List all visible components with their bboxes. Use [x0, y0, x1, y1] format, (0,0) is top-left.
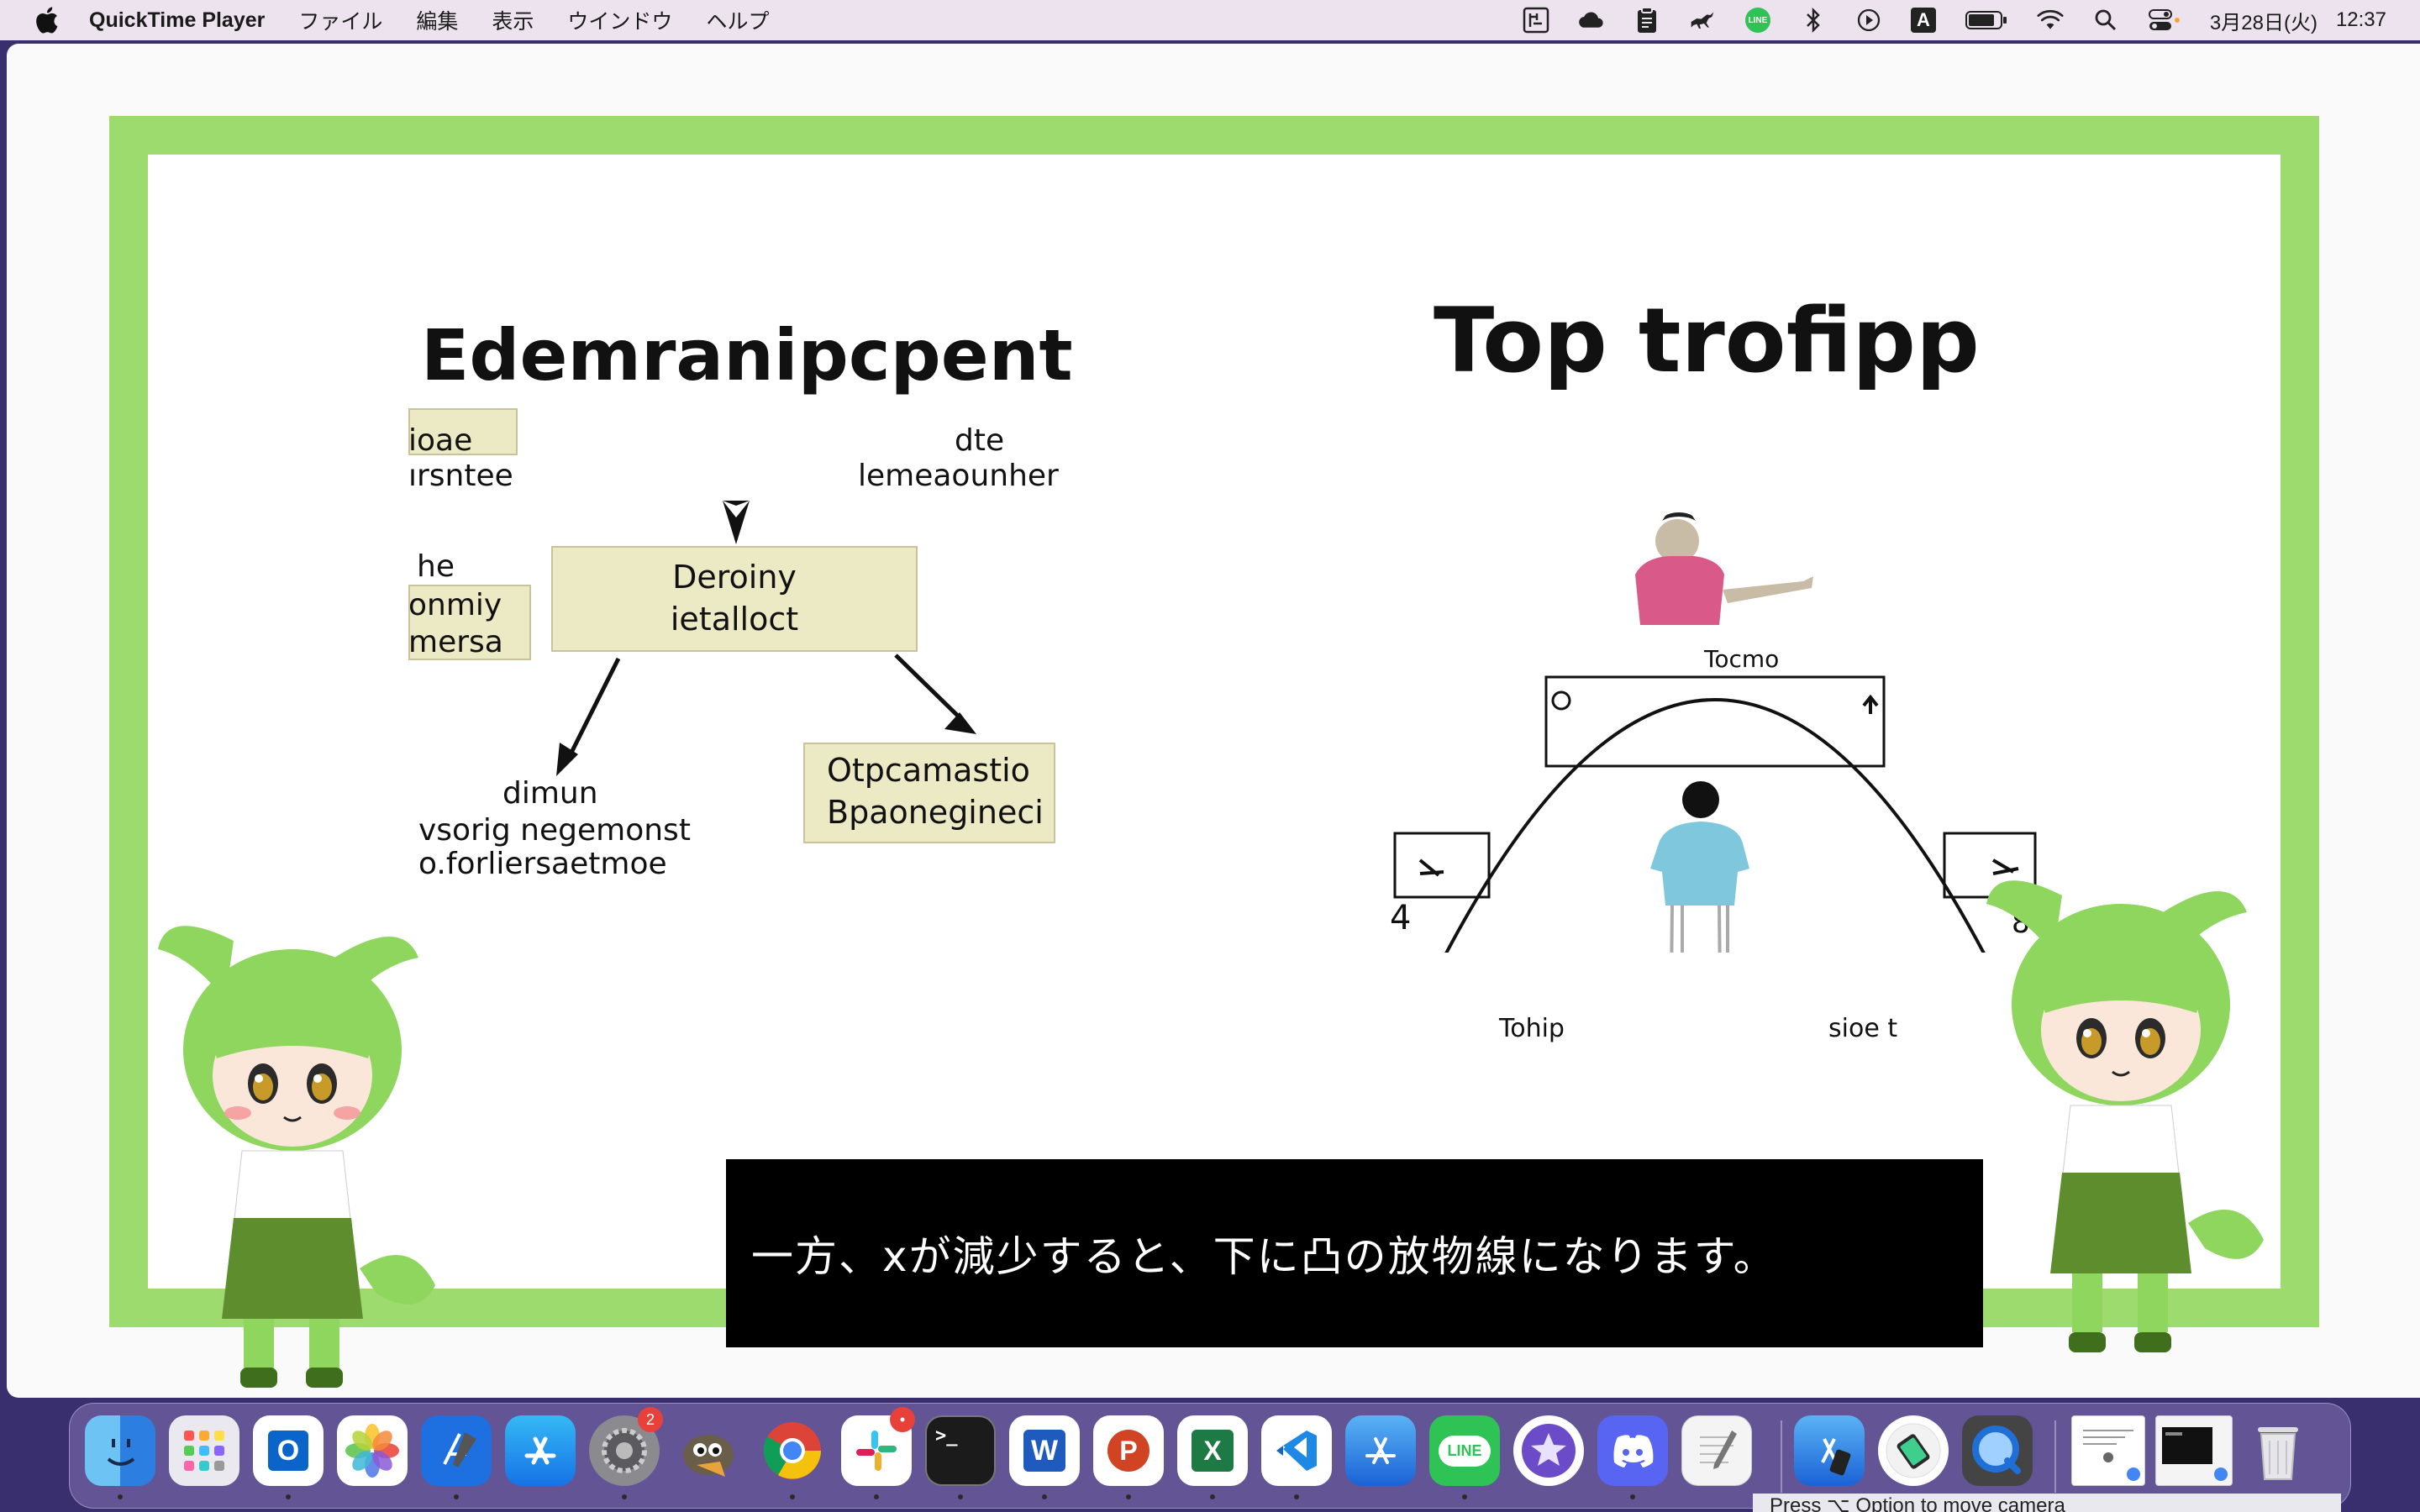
character-right [1986, 880, 2264, 1352]
line-icon[interactable]: LINE [1744, 7, 1771, 34]
outlook-glyph: O [268, 1431, 308, 1471]
running-indicator [118, 1494, 123, 1499]
video-slide: Edemranipcpent ioae ırsntee dte lemeaoun… [148, 155, 2281, 1347]
right-label: Tohip [1499, 1014, 1565, 1043]
right-arrow-head [944, 712, 976, 734]
wifi-icon[interactable] [2037, 7, 2064, 34]
discord-icon[interactable] [1597, 1415, 1668, 1486]
window-thumbnail-icon[interactable] [2155, 1415, 2233, 1486]
clipboard-icon[interactable] [1634, 7, 1660, 34]
quicktime-icon[interactable] [1962, 1415, 2033, 1486]
app-name-menu[interactable]: QuickTime Player [89, 8, 265, 33]
search-icon[interactable] [2092, 7, 2119, 34]
cloud-icon[interactable] [1578, 7, 1605, 34]
menu-bar: QuickTime Player ファイル 編集 表示 ウインドウ ヘルプ LI… [0, 0, 2420, 40]
input-source-icon[interactable]: A [1910, 8, 1936, 33]
vscode-icon[interactable] [1261, 1415, 1332, 1486]
running-indicator [1042, 1494, 1047, 1499]
running-indicator [958, 1494, 963, 1499]
subtitle-text: 一方、xが減少すると、下に凸の放物線になります。 [751, 1232, 1777, 1281]
menu-window[interactable]: ウインドウ [567, 5, 672, 35]
terminal-icon[interactable]: >_ [925, 1415, 996, 1486]
right-label: Tocmo [1704, 645, 1780, 673]
parabola-illustration [1393, 512, 2037, 953]
imovie-icon[interactable] [1513, 1415, 1584, 1486]
camera-hint-text: Press ⌥ Option to move camera [1753, 1494, 2341, 1512]
dock-separator [2054, 1420, 2056, 1493]
running-indicator [874, 1494, 879, 1499]
running-indicator [286, 1494, 291, 1499]
right-diagram: Top trofipp Tocmo 4 8 Tohip sioe t [1383, 272, 2047, 1043]
word-icon[interactable]: W [1009, 1415, 1080, 1486]
photos-icon[interactable] [337, 1415, 408, 1486]
keyboard-input-icon[interactable] [1523, 7, 1549, 34]
finder-icon[interactable] [85, 1415, 155, 1486]
trash-icon[interactable] [2243, 1415, 2313, 1486]
menu-file[interactable]: ファイル [298, 5, 382, 35]
terminal-glyph: >_ [935, 1425, 958, 1446]
running-indicator [1462, 1494, 1467, 1499]
running-indicator [1210, 1494, 1215, 1499]
settings-badge: 2 [638, 1407, 663, 1432]
app-store-icon[interactable] [505, 1415, 576, 1486]
running-indicator [1126, 1494, 1131, 1499]
apple-menu-icon[interactable] [34, 6, 59, 34]
left-diagram: Edemranipcpent ioae ırsntee dte lemeaoun… [408, 281, 1073, 911]
xcode-icon[interactable] [421, 1415, 492, 1486]
line-icon-label: LINE [1748, 15, 1768, 25]
word-glyph: W [1023, 1430, 1065, 1472]
running-indicator [454, 1494, 459, 1499]
excel-glyph: X [1192, 1430, 1234, 1472]
excel-icon[interactable]: X [1177, 1415, 1248, 1486]
down-arrow [723, 501, 750, 544]
menubar-date[interactable]: 3月28日(火) [2210, 6, 2317, 35]
right-arrow-line [894, 654, 966, 724]
dock-separator [1781, 1420, 1782, 1493]
gimp-icon[interactable] [673, 1415, 744, 1486]
document-thumbnail-icon[interactable] [2071, 1415, 2145, 1486]
instruments-icon[interactable] [1345, 1415, 1416, 1486]
left-label: o.forliersaetmoe [418, 847, 667, 881]
launchpad-icon[interactable] [169, 1415, 239, 1486]
menubar-time[interactable]: 12:37 [2336, 8, 2386, 32]
chrome-icon[interactable] [757, 1415, 828, 1486]
subtitle-box: 一方、xが減少すると、下に凸の放物線になります。 [726, 1159, 1983, 1347]
menu-view[interactable]: 表示 [492, 5, 534, 35]
running-indicator [790, 1494, 795, 1499]
play-icon[interactable] [1855, 7, 1882, 34]
line-glyph: LINE [1439, 1435, 1491, 1467]
simulator-icon[interactable] [1794, 1415, 1865, 1486]
right-label: 4 [1390, 899, 1412, 937]
slack-badge: • [890, 1407, 915, 1432]
textedit-icon[interactable] [1681, 1415, 1752, 1486]
horse-icon[interactable] [1689, 7, 1716, 34]
line-icon[interactable]: LINE [1429, 1415, 1500, 1486]
running-indicator [1630, 1494, 1635, 1499]
running-indicator [1294, 1494, 1299, 1499]
left-label: dimun [502, 776, 598, 811]
battery-icon[interactable] [1965, 7, 2008, 34]
bluetooth-icon[interactable] [1800, 7, 1827, 34]
menu-help[interactable]: ヘルプ [706, 5, 769, 35]
control-center-icon[interactable] [2148, 7, 2181, 34]
powerpoint-icon[interactable]: P [1093, 1415, 1164, 1486]
left-label: vsorig negemonst [418, 813, 691, 848]
configurator-icon[interactable] [1878, 1415, 1949, 1486]
outlook-icon[interactable]: O [253, 1415, 324, 1486]
character-left [158, 926, 435, 1388]
powerpoint-glyph: P [1107, 1430, 1150, 1472]
input-source-label: A [1916, 9, 1930, 30]
quicktime-window[interactable]: Edemranipcpent ioae ırsntee dte lemeaoun… [7, 44, 2420, 1398]
running-indicator [622, 1494, 627, 1499]
menu-edit[interactable]: 編集 [416, 5, 458, 35]
left-arrow-line [566, 657, 621, 761]
right-label: sioe t [1828, 1014, 1898, 1043]
